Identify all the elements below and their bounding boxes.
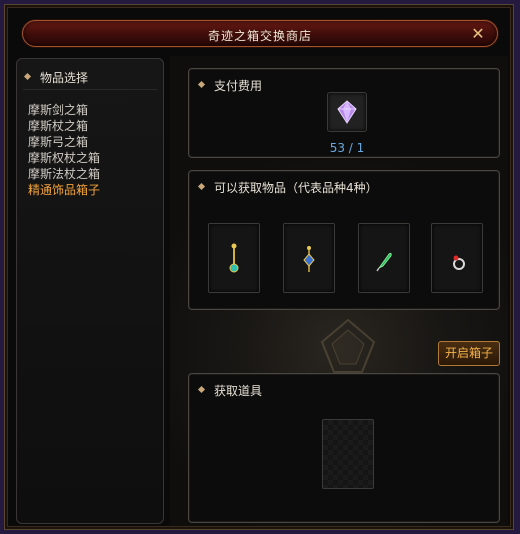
list-item-wand-box[interactable]: 摩斯法杖之箱 bbox=[28, 166, 100, 182]
list-item-bow-box[interactable]: 摩斯弓之箱 bbox=[28, 134, 100, 150]
list-item-accessory-box[interactable]: 精通饰品箱子 bbox=[28, 182, 100, 198]
list-item-staff-box[interactable]: 摩斯杖之箱 bbox=[28, 118, 100, 134]
emblem-decoration-icon bbox=[320, 318, 376, 373]
bullet-diamond-icon bbox=[197, 80, 206, 89]
list-item-sword-box[interactable]: 摩斯剑之箱 bbox=[28, 102, 100, 118]
result-section: 获取道具 bbox=[188, 373, 500, 523]
cost-section: 支付费用 53 / 1 bbox=[188, 68, 500, 158]
rewards-section: 可以获取物品（代表品种4种） bbox=[188, 170, 500, 310]
cost-title-row: 支付费用 bbox=[197, 77, 263, 94]
box-list: 摩斯剑之箱 摩斯杖之箱 摩斯弓之箱 摩斯权杖之箱 摩斯法杖之箱 精通饰品箱子 bbox=[28, 102, 100, 198]
item-selection-title: 物品选择 bbox=[40, 71, 89, 85]
green-feather-icon bbox=[376, 252, 392, 272]
reward-slot-4[interactable] bbox=[431, 223, 483, 293]
title-bar[interactable]: 奇迹之箱交换商店 ✕ bbox=[22, 20, 498, 47]
bullet-diamond-icon bbox=[197, 385, 206, 394]
open-box-button[interactable]: 开启箱子 bbox=[438, 341, 500, 366]
rewards-title: 可以获取物品（代表品种4种） bbox=[214, 181, 378, 195]
window-title: 奇迹之箱交换商店 bbox=[207, 29, 312, 43]
reward-slot-3[interactable] bbox=[358, 223, 410, 293]
pendant-necklace-icon bbox=[229, 243, 239, 273]
cost-item-slot[interactable] bbox=[327, 92, 367, 132]
rewards-title-row: 可以获取物品（代表品种4种） bbox=[197, 179, 378, 196]
ring-icon bbox=[453, 255, 465, 270]
pendant-amulet-icon bbox=[303, 246, 315, 272]
reward-slot-2[interactable] bbox=[283, 223, 335, 293]
cost-title: 支付费用 bbox=[214, 79, 263, 93]
result-title: 获取道具 bbox=[214, 384, 263, 398]
bullet-diamond-icon bbox=[197, 182, 206, 191]
close-icon[interactable]: ✕ bbox=[469, 25, 487, 43]
item-selection-panel: 物品选择 摩斯剑之箱 摩斯杖之箱 摩斯弓之箱 摩斯权杖之箱 摩斯法杖之箱 精通饰… bbox=[16, 58, 164, 524]
cost-count: 53 / 1 bbox=[329, 141, 365, 155]
reward-slot-1[interactable] bbox=[208, 223, 260, 293]
bullet-diamond-icon bbox=[23, 72, 32, 81]
purple-gem-icon bbox=[337, 100, 357, 124]
item-selection-header: 物品选择 bbox=[23, 69, 89, 85]
header-divider bbox=[23, 89, 157, 90]
result-item-slot[interactable] bbox=[322, 419, 374, 489]
result-title-row: 获取道具 bbox=[197, 382, 263, 399]
list-item-scepter-box[interactable]: 摩斯权杖之箱 bbox=[28, 150, 100, 166]
